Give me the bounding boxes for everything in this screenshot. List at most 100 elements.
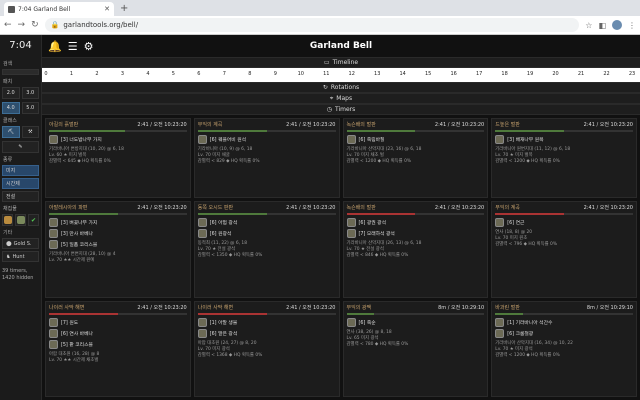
- progress-bar: [495, 213, 633, 216]
- item-row[interactable]: [5] 팥 코리스블: [49, 339, 187, 349]
- node-name: 무익의 계곡: [197, 122, 223, 128]
- reduce-icon[interactable]: [15, 214, 26, 226]
- item-row[interactable]: [3] 만사 바베나: [49, 229, 187, 239]
- node-name: 녹슨배의 벌판: [346, 205, 376, 212]
- timer-card[interactable]: 나이러 사막 해변 2:41 / 오전 10:23:20 [1] 아말 생물 [6] …: [193, 300, 340, 397]
- item-label: [3] 만사 바베나: [61, 232, 93, 238]
- timer-card[interactable]: 바과린 벌판 8m / 오전 10:29:10 [1] 기라바니아 석간수 [6] 크…: [491, 300, 637, 397]
- item-row[interactable]: [6] 죽림바질: [346, 135, 485, 144]
- timer-card[interactable]: 녹슨배의 벌판 2:41 / 오전 10:23:20 [6] 죽림바질 기라바니아 산…: [342, 118, 489, 199]
- timer-card[interactable]: 무익의 계곡 2:41 / 오전 10:23:20 [6] 연근 연사 (18, 8)…: [491, 201, 637, 298]
- item-row[interactable]: [6] 아험 광석: [197, 218, 336, 228]
- item-row[interactable]: [1] 기라바니아 석간수: [495, 317, 633, 327]
- patch-5-button[interactable]: 5.0: [21, 102, 39, 114]
- item-row[interactable]: [7] 모래하석 광석: [346, 229, 485, 239]
- type-ephemeral[interactable]: 시간제: [2, 178, 39, 189]
- menu-icon[interactable]: ⋮: [628, 21, 636, 30]
- fisher-icon[interactable]: ✎: [2, 141, 39, 153]
- item-row[interactable]: [6] 말은 광석: [197, 328, 336, 338]
- timer-card[interactable]: 무익의 광맥 8m / 오전 10:29:10 [6] 죽순 연사 (38, 26) …: [342, 300, 489, 397]
- timeline-section-toggle[interactable]: ▭ Timeline: [42, 57, 640, 68]
- timeline-hour: 4: [146, 71, 150, 77]
- timer-card[interactable]: 녹슨배의 벌판 2:41 / 오전 10:23:20 [6] 광권 광석 [7] 모래…: [342, 201, 489, 298]
- node-time: 2:41 / 오전 10:23:20: [286, 304, 336, 311]
- collectable-icon[interactable]: [2, 214, 13, 226]
- item-row[interactable]: [1] 아말 생물: [197, 317, 336, 327]
- node-name: 무익의 광맥: [346, 304, 372, 311]
- timer-card[interactable]: 아길의 흙벌판 2:41 / 오전 10:23:20 [3] 너도밤나무 가지 기라바…: [45, 118, 191, 199]
- type-legendary[interactable]: 전설: [2, 191, 39, 202]
- progress-fill: [49, 213, 118, 216]
- timeline-hour: 2: [95, 71, 99, 77]
- clock-icon: ◷: [326, 106, 332, 113]
- browser-tab-strip: 7:04 Garland Bell ✕ +: [0, 0, 640, 16]
- timer-card[interactable]: 아발레시아의 파편 2:41 / 오전 10:23:20 [3] 벼꽃나무 가지 [3…: [45, 201, 191, 298]
- forward-icon[interactable]: →: [18, 20, 26, 30]
- item-row[interactable]: [5] 일품 코리스블: [49, 240, 187, 250]
- bell-icon[interactable]: 🔔: [48, 40, 62, 53]
- timeline-hour: 14: [399, 71, 406, 77]
- timers-section-toggle[interactable]: ◷ Timers: [42, 104, 640, 115]
- item-row[interactable]: [6] 연근: [495, 218, 633, 228]
- progress-bar: [495, 130, 633, 132]
- maps-section-toggle[interactable]: ⌖ Maps: [42, 93, 640, 104]
- item-row[interactable]: [6] 죽순: [346, 317, 485, 327]
- reload-icon[interactable]: ↻: [31, 20, 39, 30]
- botanist-icon[interactable]: ⛏: [2, 126, 20, 138]
- timer-card[interactable]: 동쪽 오시드 판판 2:41 / 오전 10:23:20 [6] 아험 광석 [6] …: [193, 201, 340, 298]
- rotations-icon: ↻: [322, 84, 328, 91]
- card-header: 녹슨배의 벌판 2:41 / 오전 10:23:20: [344, 202, 488, 213]
- timeline-hour: 9: [273, 71, 277, 77]
- item-row[interactable]: [7] 원도: [49, 317, 187, 327]
- gear-icon[interactable]: ⚙: [84, 40, 94, 53]
- item-row[interactable]: [6] 크롬철광: [495, 328, 633, 338]
- progress-bar: [346, 312, 485, 315]
- node-detail: 감별력 < 1368 ◆ HQ 획득률 0%: [197, 352, 263, 358]
- extension-icon[interactable]: ◧: [598, 21, 606, 30]
- item-row[interactable]: [6] 퀘플어비 원석: [197, 135, 336, 144]
- star-icon[interactable]: ☆: [585, 21, 592, 30]
- new-tab-button[interactable]: +: [114, 2, 134, 16]
- timeline-hour: 11: [323, 71, 330, 77]
- timer-card[interactable]: 드높은 벌판 2:41 / 오전 10:23:20 [3] 배재나무 원목 기라바니아…: [491, 118, 637, 199]
- browser-tab[interactable]: 7:04 Garland Bell ✕: [4, 2, 114, 16]
- item-label: [6] 죽림바질: [358, 138, 385, 143]
- item-row[interactable]: [3] 벼꽃나무 가지: [49, 218, 187, 228]
- timeline-icon: ▭: [323, 59, 330, 66]
- item-row[interactable]: [3] 배재나무 원목: [495, 135, 633, 144]
- node-name: 드높은 벌판: [495, 122, 520, 128]
- patch-3-button[interactable]: 3.0: [21, 87, 39, 99]
- patch-4-button[interactable]: 4.0: [2, 102, 20, 114]
- gold-saucer-filter[interactable]: ⬤ Gold S.: [2, 238, 39, 249]
- address-bar[interactable]: 🔒 garlandtools.org/bell/: [44, 18, 580, 32]
- item-icon: [197, 135, 207, 144]
- item-row[interactable]: [6] 광권 광석: [346, 218, 485, 228]
- close-tab-icon[interactable]: ✕: [104, 5, 110, 13]
- type-unspoiled[interactable]: 미지: [2, 165, 39, 176]
- rotations-section-toggle[interactable]: ↻ Rotations: [42, 82, 640, 93]
- progress-fill: [346, 130, 416, 132]
- progress-bar: [346, 130, 485, 132]
- patch-label: 패치: [3, 79, 13, 85]
- item-row[interactable]: [3] 너도밤나무 가지: [49, 135, 187, 144]
- item-row[interactable]: [6] 연사 바베나: [49, 328, 187, 338]
- timeline-hour: 5: [171, 71, 175, 77]
- item-row[interactable]: [6] 원광석: [197, 229, 336, 239]
- timer-card[interactable]: 무익의 계곡 2:41 / 오전 10:23:20 [6] 퀘플어비 원석 기라바니아…: [193, 118, 340, 199]
- item-label: [1] 기라바니아 석간수: [507, 320, 553, 326]
- list-icon[interactable]: ☰: [68, 40, 78, 53]
- hunt-filter[interactable]: ♞ Hunt: [2, 251, 39, 262]
- miner-icon[interactable]: ⚒: [21, 126, 39, 138]
- patch-2-button[interactable]: 2.0: [2, 87, 20, 99]
- card-header: 동쪽 오시드 판판 2:41 / 오전 10:23:20: [195, 202, 339, 213]
- progress-fill: [197, 213, 267, 216]
- back-icon[interactable]: ←: [4, 20, 12, 30]
- progress-bar: [346, 213, 485, 216]
- card-header: 무익의 계곡 2:41 / 오전 10:23:20: [195, 119, 339, 130]
- check-icon[interactable]: ✔: [28, 214, 39, 226]
- profile-avatar[interactable]: [612, 20, 622, 30]
- search-input[interactable]: [2, 69, 39, 75]
- timer-card[interactable]: 나이러 사막 해변 2:41 / 오전 10:23:20 [7] 원도 [6] 연사 …: [45, 300, 191, 397]
- item-icon: [346, 229, 356, 239]
- item-label: [6] 연사 바베나: [61, 331, 93, 337]
